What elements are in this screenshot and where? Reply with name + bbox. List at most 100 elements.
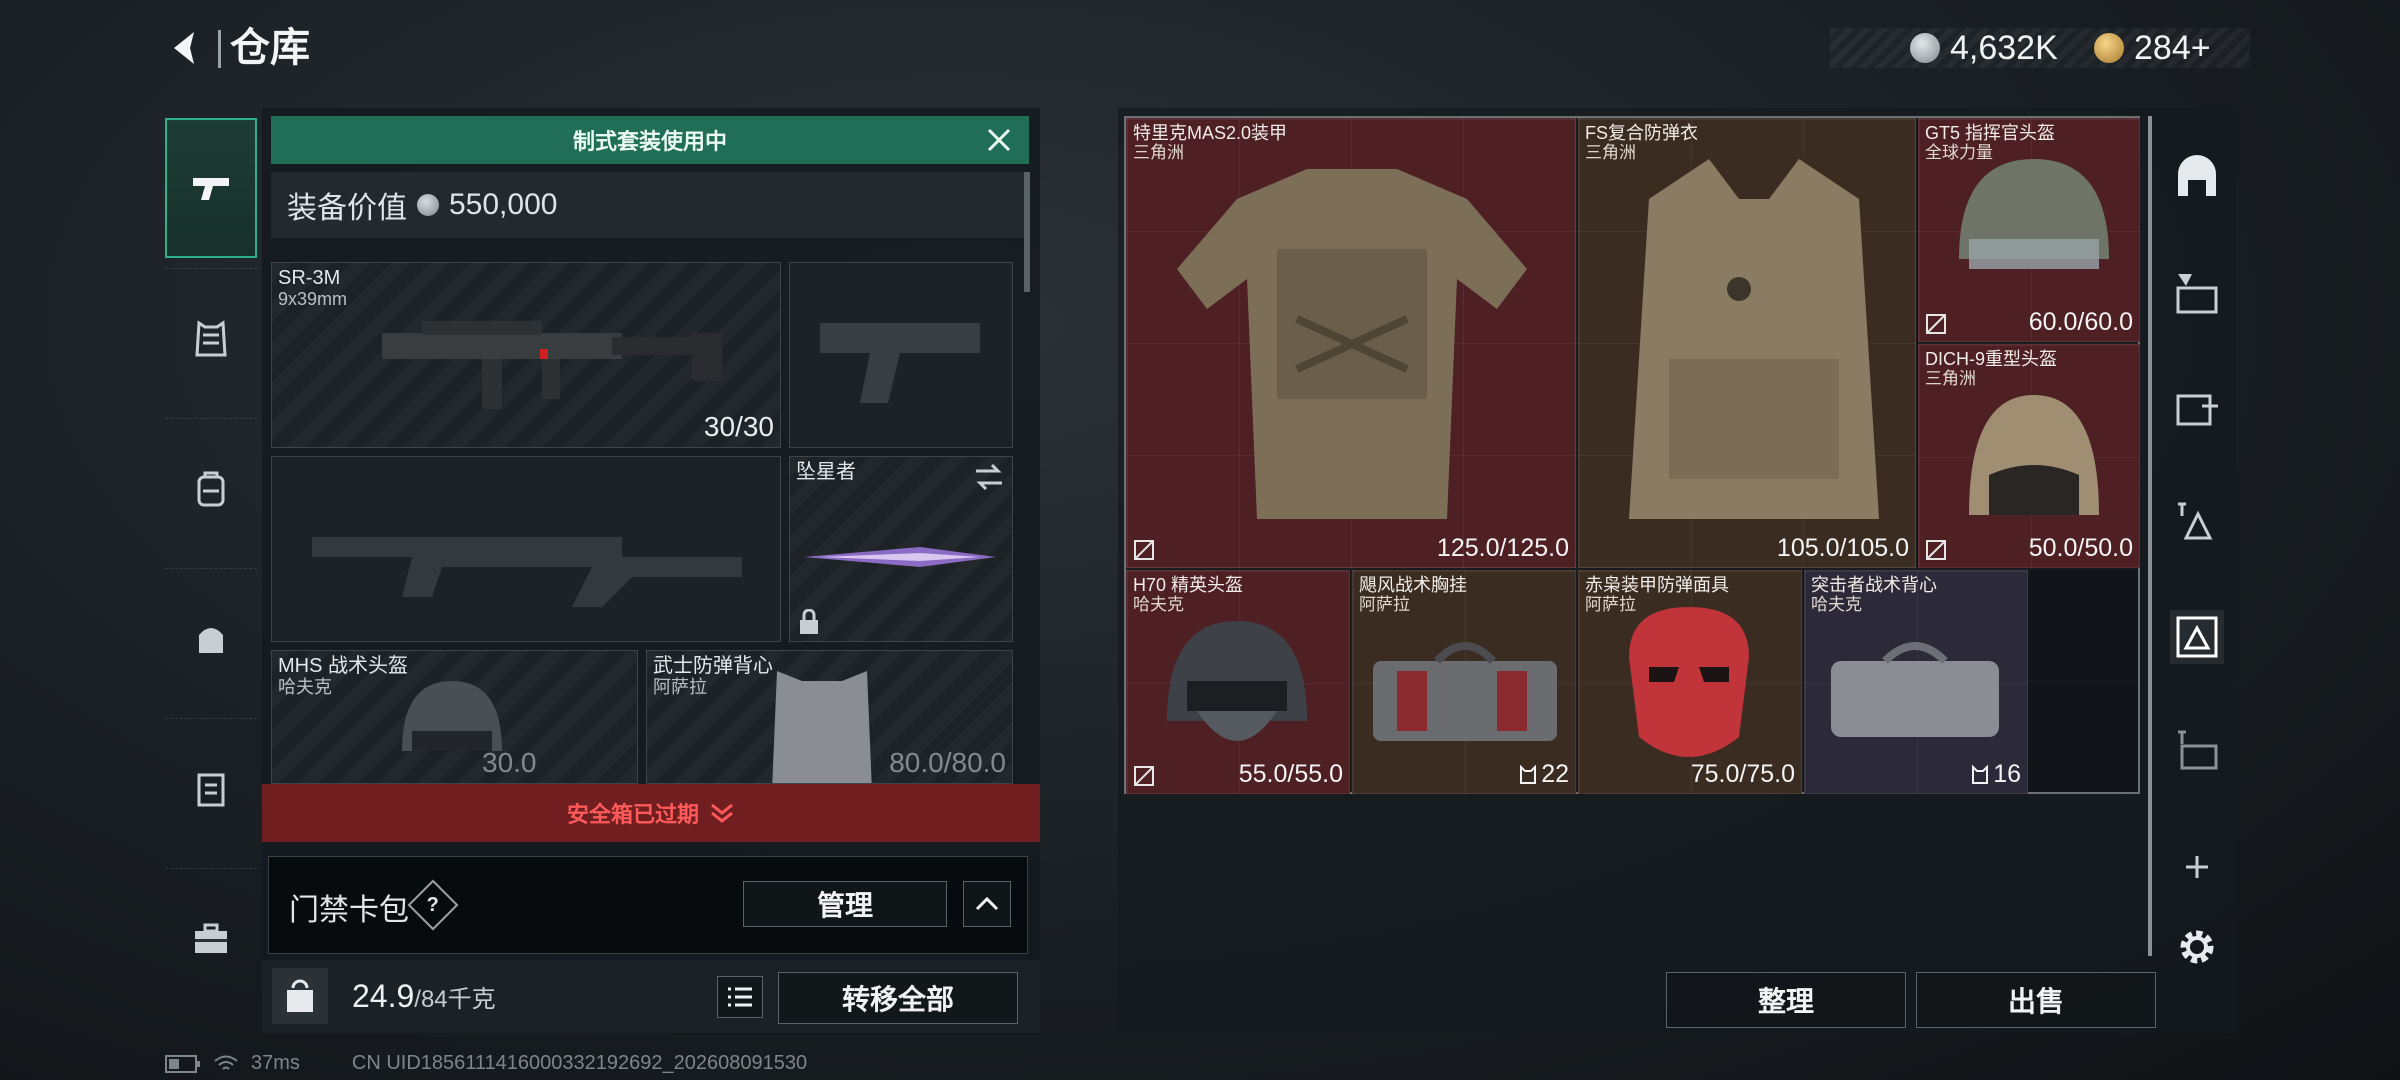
- stash-page-active-icon: [2176, 616, 2218, 658]
- backpack-icon: [197, 471, 225, 506]
- stash-page-icon: [2178, 502, 2213, 540]
- stash-page-5[interactable]: [2170, 266, 2224, 320]
- sort-button[interactable]: 整理: [1666, 972, 1906, 1028]
- mask-image: [1629, 607, 1749, 757]
- silver-amount: 4,632K: [1950, 29, 2058, 67]
- equipment-value-amount: 550,000: [449, 188, 558, 221]
- add-page-icon: [2176, 394, 2218, 426]
- category-tabs: [165, 108, 257, 1008]
- stash-item-armor-mas[interactable]: 特里克MAS2.0装甲 三角洲 125.0/125.0: [1126, 118, 1576, 568]
- tab-backpack[interactable]: [165, 418, 257, 558]
- sell-button[interactable]: 出售: [1916, 972, 2156, 1028]
- status-bar: 37ms CN UID1856111416000332192692_202608…: [165, 1052, 807, 1075]
- sidearm-slot[interactable]: [789, 262, 1013, 448]
- double-chevron-down-icon: [711, 803, 733, 823]
- stash-item-assault-vest[interactable]: 突击者战术背心 哈夫克 16: [1804, 570, 2028, 794]
- keycard-label: 门禁卡包: [289, 894, 409, 927]
- vest-image: [1629, 159, 1879, 519]
- add-stash-page-button[interactable]: [2170, 840, 2224, 894]
- help-icon[interactable]: ?: [407, 879, 459, 931]
- item-durability: 55.0/55.0: [1238, 760, 1343, 788]
- expired-text: 安全箱已过期: [566, 802, 699, 827]
- item-durability: 50.0/50.0: [2028, 534, 2133, 562]
- list-icon: [728, 987, 752, 1007]
- knife-image: [804, 547, 996, 567]
- capacity-icon: [1520, 764, 1537, 784]
- collapse-button[interactable]: [963, 881, 1011, 927]
- stash-item-red-mask[interactable]: 赤枭装甲防弹面具 阿萨拉 75.0/75.0: [1578, 570, 1802, 794]
- lock-icon: [800, 609, 818, 634]
- keycard-pack: 门禁卡包 ? 管理: [268, 856, 1028, 954]
- weight-icon: [272, 968, 328, 1024]
- pistol-placeholder-icon: [820, 323, 980, 403]
- chest-rig-image: [1373, 642, 1557, 741]
- gold-coin-icon: [2094, 33, 2124, 63]
- helmet-image: [1969, 395, 2099, 515]
- page-title: 仓库: [230, 26, 310, 70]
- item-durability: 75.0/75.0: [1690, 760, 1795, 788]
- gold-currency[interactable]: 284+: [2094, 28, 2211, 68]
- stash-page-3[interactable]: [2170, 724, 2224, 778]
- slot-item-sub: 9x39mm: [278, 289, 348, 309]
- vest-image: [772, 671, 872, 783]
- slot-item-sub: 阿萨拉: [653, 677, 707, 697]
- back-arrow-icon[interactable]: [160, 22, 212, 74]
- item-name: 突击者战术背心: [1811, 575, 1937, 595]
- tab-container[interactable]: [165, 718, 257, 858]
- silver-currency[interactable]: 4,632K: [1910, 28, 2058, 68]
- stash-page-4[interactable]: [2170, 496, 2224, 550]
- swap-icon[interactable]: [974, 463, 1004, 491]
- arch-icon: [2178, 155, 2216, 196]
- slot-durability: 30/30: [703, 411, 774, 442]
- helmet-image: [1167, 621, 1307, 741]
- tab-armor[interactable]: [165, 268, 257, 408]
- item-name: 赤枭装甲防弹面具: [1585, 575, 1729, 595]
- header: 仓库 4,632K 284+: [0, 0, 2400, 100]
- stash-item-h70-helmet[interactable]: H70 精英头盔 哈夫克 55.0/55.0: [1126, 570, 1350, 794]
- list-view-button[interactable]: [717, 976, 763, 1018]
- rifle-placeholder-icon: [312, 537, 742, 607]
- stash-page-main[interactable]: [2170, 150, 2224, 204]
- stash-page-add[interactable]: [2170, 380, 2224, 434]
- tab-pouch[interactable]: [165, 568, 257, 708]
- vest-slot[interactable]: 武士防弹背心 阿萨拉 80.0/80.0: [646, 650, 1013, 784]
- stash-grid: 特里克MAS2.0装甲 三角洲 125.0/125.0 FS复合防弹衣 三角洲 …: [1124, 116, 2140, 794]
- weight-row: 24.9/84千克 转移全部: [262, 960, 1040, 1033]
- item-capacity: 16: [1971, 760, 2021, 789]
- slot-durability: 80.0/80.0: [889, 747, 1006, 778]
- banner-text: 制式套装使用中: [572, 129, 727, 154]
- secondary-weapon-slot[interactable]: [271, 456, 781, 642]
- stash-item-gt5-helmet[interactable]: GT5 指挥官头盔 全球力量 60.0/60.0: [1918, 118, 2140, 342]
- stash-page-active[interactable]: [2170, 610, 2224, 664]
- no-insurance-icon: [1926, 540, 1946, 560]
- melee-slot[interactable]: 坠星者: [789, 456, 1013, 642]
- manage-button[interactable]: 管理: [743, 881, 947, 927]
- tab-case[interactable]: [165, 868, 257, 1008]
- item-durability: 105.0/105.0: [1776, 534, 1909, 562]
- armor-vest-icon: [195, 319, 227, 356]
- safe-box-expired-bar[interactable]: 安全箱已过期: [262, 784, 1040, 842]
- pouch-icon: [199, 627, 223, 653]
- stash-scrollbar[interactable]: [2148, 116, 2152, 956]
- stash-item-fs-vest[interactable]: FS复合防弹衣 三角洲 105.0/105.0: [1578, 118, 1916, 568]
- tab-weapons[interactable]: [165, 118, 257, 258]
- silver-coin-icon: [1910, 33, 1940, 63]
- item-name: 飓风战术胸挂: [1359, 575, 1467, 595]
- stash-item-dich9-helmet[interactable]: DICH-9重型头盔 三角洲 50.0/50.0: [1918, 344, 2140, 568]
- wifi-icon: [214, 1055, 238, 1070]
- rifle-image: [382, 321, 722, 409]
- slot-item-sub: 哈夫克: [278, 677, 332, 697]
- stash-item-chest-rig[interactable]: 飓风战术胸挂 阿萨拉 22: [1352, 570, 1576, 794]
- primary-weapon-slot[interactable]: SR-3M 9x39mm 30/30: [271, 262, 781, 448]
- ping-value: 37ms: [251, 1052, 300, 1074]
- stash-page-icon: [2178, 730, 2218, 770]
- vest-image: [1831, 642, 1999, 737]
- settings-button[interactable]: [2170, 920, 2224, 974]
- transfer-all-button[interactable]: 转移全部: [778, 972, 1018, 1024]
- helmet-slot[interactable]: MHS 战术头盔 哈夫克 30.0: [271, 650, 638, 784]
- close-icon[interactable]: [983, 124, 1015, 156]
- loadout-scrollbar[interactable]: [1024, 172, 1030, 292]
- slot-durability: 30.0: [482, 747, 537, 778]
- battery-icon: [165, 1054, 200, 1073]
- slot-item-name: 坠星者: [796, 461, 856, 483]
